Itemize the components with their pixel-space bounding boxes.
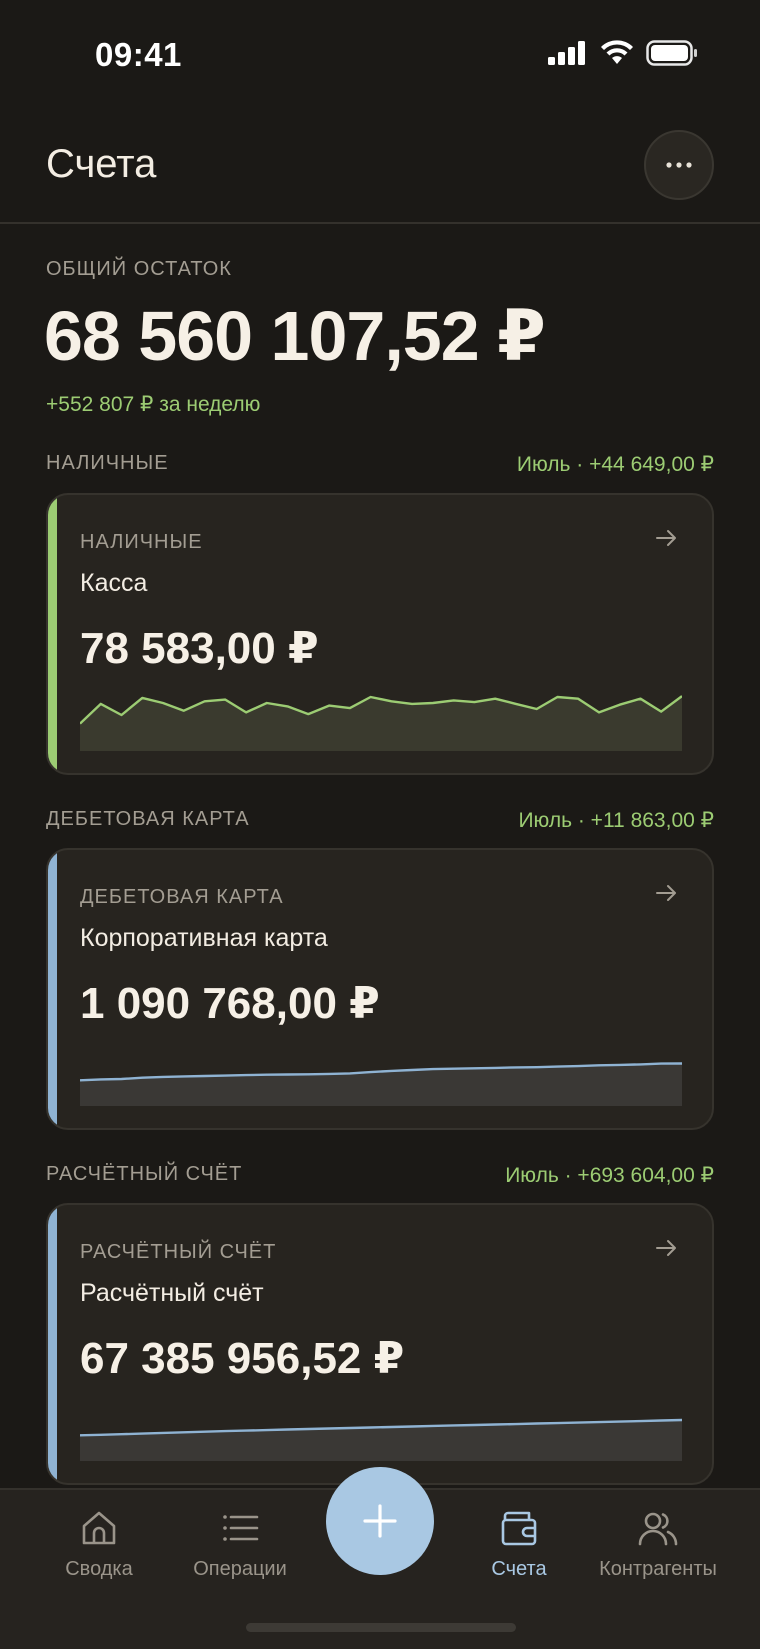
arrow-right-icon [656,530,676,546]
card-account-name: Расчётный счёт [80,1279,264,1307]
status-icons [548,40,698,66]
account-card-settlement[interactable]: РАСЧЁТНЫЙ СЧЁТ Расчётный счёт 67 385 956… [46,1203,714,1485]
card-balance: 67 385 956,52 ₽ [80,1334,405,1383]
tab-label: Сводка [65,1558,133,1580]
add-operation-button[interactable] [326,1467,434,1575]
card-balance: 78 583,00 ₽ [80,624,319,673]
weekly-change: +552 807 ₽ за неделю [46,393,261,416]
users-icon [638,1512,678,1546]
wallet-icon [501,1511,537,1546]
total-balance-label: ОБЩИЙ ОСТАТОК [46,258,232,280]
card-accent-bar [48,850,57,1128]
account-card-cash[interactable]: НАЛИЧНЫЕ Касса 78 583,00 ₽ [46,493,714,775]
sparkline-chart [80,691,682,751]
tab-operations[interactable]: Операции [170,1508,310,1581]
tab-accounts[interactable]: Счета [449,1508,589,1581]
sparkline-area [80,1063,682,1106]
status-time: 09:41 [95,36,182,73]
home-indicator [246,1623,516,1632]
card-accent-bar [48,495,57,773]
sparkline-chart [80,1046,682,1106]
section-monthly-delta: Июль · +11 863,00 ₽ [518,809,714,832]
section-title: РАСЧЁТНЫЙ СЧЁТ [46,1163,243,1185]
tab-label: Контрагенты [599,1558,717,1580]
card-type: НАЛИЧНЫЕ [80,531,203,553]
plus-icon [363,1504,397,1538]
total-balance-value: 68 560 107,52 ₽ [44,297,546,375]
battery-icon [646,40,697,66]
page-title: Счета [46,142,157,186]
tab-counterparties[interactable]: Контрагенты [588,1508,728,1581]
section-monthly-delta: Июль · +693 604,00 ₽ [505,1164,714,1187]
tab-label: Операции [193,1558,287,1580]
card-accent-bar [48,1205,57,1483]
status-bar: 09:41 [0,0,760,110]
sparkline-area [80,696,682,751]
card-type: ДЕБЕТОВАЯ КАРТА [80,886,284,908]
account-card-debit[interactable]: ДЕБЕТОВАЯ КАРТА Корпоративная карта 1 09… [46,848,714,1130]
list-icon [223,1515,259,1541]
card-balance: 1 090 768,00 ₽ [80,979,380,1028]
section-header-settlement: РАСЧЁТНЫЙ СЧЁТ Июль · +693 604,00 ₽ [46,1163,714,1193]
section-header-debit-card: ДЕБЕТОВАЯ КАРТА Июль · +11 863,00 ₽ [46,808,714,838]
tab-summary[interactable]: Сводка [29,1508,169,1581]
section-header-cash: НАЛИЧНЫЕ Июль · +44 649,00 ₽ [46,452,714,482]
card-account-name: Касса [80,569,148,597]
sparkline-chart [80,1401,682,1461]
header: Счета [0,110,760,224]
arrow-right-icon [656,885,676,901]
wifi-icon [601,40,633,64]
arrow-right-icon [656,1240,676,1256]
ellipsis-icon [666,162,692,168]
tab-label: Счета [491,1558,547,1580]
section-monthly-delta: Июль · +44 649,00 ₽ [516,453,714,476]
card-type: РАСЧЁТНЫЙ СЧЁТ [80,1241,277,1263]
signal-icon [548,41,585,65]
section-title: ДЕБЕТОВАЯ КАРТА [46,808,250,830]
home-icon [82,1511,116,1545]
card-account-name: Корпоративная карта [80,924,328,952]
more-button[interactable] [644,130,714,200]
section-title: НАЛИЧНЫЕ [46,452,169,474]
